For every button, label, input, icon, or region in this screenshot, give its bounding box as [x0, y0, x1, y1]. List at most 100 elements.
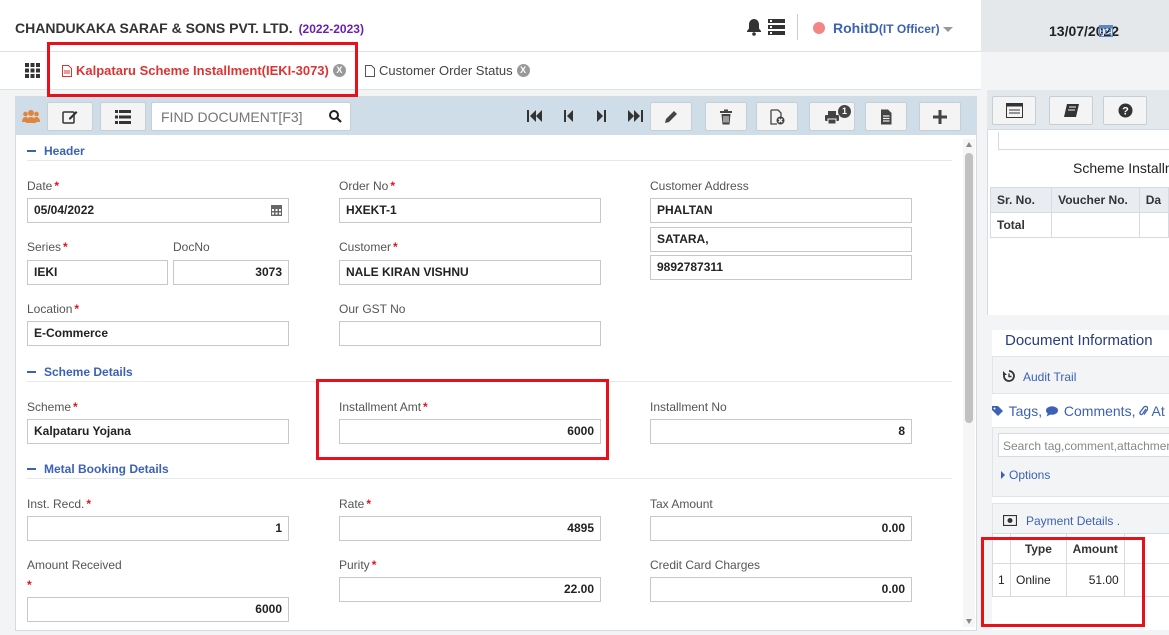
form-scrollbar[interactable] — [963, 139, 975, 627]
scheme-field[interactable]: Kalpataru Yojana — [27, 419, 289, 444]
address-line-2[interactable]: SATARA, — [650, 227, 912, 252]
section-scheme-details[interactable]: Scheme Details — [27, 365, 133, 379]
user-name: RohitD — [833, 20, 879, 36]
calendar-icon[interactable] — [271, 205, 282, 216]
document-icon — [365, 64, 375, 77]
help-button[interactable]: ? — [1103, 96, 1147, 125]
money-icon — [1003, 515, 1017, 526]
scheme-label: Scheme * — [27, 400, 78, 414]
print-count-badge: 1 — [838, 105, 851, 118]
audit-trail-label: Audit Trail — [1023, 370, 1077, 384]
sidebar-toolbar: ? — [987, 90, 1169, 130]
apps-grid-icon[interactable] — [25, 63, 40, 78]
close-icon[interactable]: X — [516, 64, 530, 77]
history-icon — [1003, 370, 1015, 382]
document-cancel-icon — [770, 108, 785, 125]
scheme-installment-table: Sr. No. Voucher No. Da Total — [989, 187, 1169, 238]
scroll-down-arrow[interactable] — [966, 619, 972, 624]
gst-field[interactable] — [339, 321, 601, 346]
previous-record-icon[interactable] — [561, 109, 577, 123]
add-new-button[interactable] — [919, 102, 961, 131]
user-menu[interactable]: RohitD(IT Officer) — [833, 20, 953, 36]
section-title: Scheme Details — [44, 365, 133, 379]
table-cell — [1051, 212, 1140, 238]
cancel-document-button[interactable] — [756, 102, 798, 131]
tag-icon — [992, 406, 1003, 416]
attachments-link[interactable]: At — [1139, 403, 1165, 419]
rate-field[interactable]: 4895 — [339, 516, 601, 541]
delete-button[interactable] — [705, 102, 747, 131]
section-header[interactable]: Header — [27, 144, 85, 158]
scroll-thumb[interactable] — [965, 153, 973, 423]
document-toolbar: 1 — [16, 97, 976, 135]
list-icon — [115, 109, 131, 124]
first-record-icon[interactable] — [527, 109, 543, 123]
options-toggle[interactable]: Options — [1001, 468, 1050, 482]
tab-label: Customer Order Status — [379, 63, 513, 78]
highlight-box — [981, 537, 1145, 627]
section-metal-booking[interactable]: Metal Booking Details — [27, 462, 169, 476]
docno-field[interactable]: 3073 — [173, 260, 289, 285]
address-line-1[interactable]: PHALTAN — [650, 198, 912, 223]
company-title: CHANDUKAKA SARAF & SONS PVT. LTD. — [15, 20, 293, 36]
tags-link[interactable]: Tags, — [992, 403, 1042, 419]
tax-amount-field[interactable]: 0.00 — [650, 516, 912, 541]
print-button[interactable]: 1 — [809, 102, 855, 131]
highlight-box — [47, 42, 358, 97]
list-box-icon — [1005, 103, 1023, 118]
column-header[interactable]: Voucher No. — [1051, 187, 1140, 213]
scheme-installment-title: Scheme Installment — [1073, 160, 1169, 176]
server-stack-icon[interactable] — [768, 19, 785, 35]
find-document-field[interactable] — [151, 102, 351, 131]
amount-received-label: Amount Received — [27, 558, 122, 572]
search-icon[interactable] — [329, 110, 342, 123]
section-title: Header — [44, 144, 85, 158]
users-icon[interactable] — [22, 109, 40, 124]
document-button[interactable] — [865, 102, 907, 131]
audit-trail-link[interactable]: Audit Trail — [992, 356, 1169, 394]
amount-received-field[interactable]: 6000 — [27, 597, 289, 622]
address-line-3[interactable]: 9892787311 — [650, 255, 912, 280]
installment-no-field[interactable]: 8 — [650, 419, 912, 444]
sidebar-list-button[interactable] — [992, 96, 1036, 125]
list-view-button[interactable] — [100, 102, 146, 131]
trash-icon — [720, 109, 732, 124]
inst-recd-label: Inst. Recd. * — [27, 497, 92, 511]
inst-recd-field[interactable]: 1 — [27, 516, 289, 541]
comments-link[interactable]: Comments, — [1046, 403, 1135, 419]
rate-label: Rate * — [339, 497, 372, 511]
purity-field[interactable]: 22.00 — [339, 577, 601, 602]
customer-field[interactable]: NALE KIRAN VISHNU — [339, 260, 601, 285]
bell-icon[interactable] — [745, 18, 763, 36]
scroll-up-arrow[interactable] — [966, 142, 972, 147]
tab-customer-order-status[interactable]: Customer Order Status X — [365, 63, 530, 78]
calendar-icon[interactable] — [1099, 24, 1113, 37]
edit-form-button[interactable] — [47, 102, 93, 131]
series-field[interactable]: IEKI — [27, 260, 168, 285]
tag-search-input[interactable]: Search tag,comment,attachment — [998, 433, 1169, 457]
location-field[interactable]: E-Commerce — [27, 321, 289, 346]
sidebar-book-button[interactable] — [1049, 96, 1093, 125]
location-label: Location * — [27, 302, 80, 316]
section-title: Metal Booking Details — [44, 462, 169, 476]
credit-card-charges-label: Credit Card Charges — [650, 558, 761, 572]
user-status-dot — [813, 22, 825, 34]
book-icon — [1063, 104, 1079, 117]
find-document-input[interactable] — [152, 103, 317, 130]
caret-right-icon — [1001, 471, 1005, 479]
date-field[interactable]: 05/04/2022 — [27, 198, 289, 223]
edit-record-button[interactable] — [650, 102, 692, 131]
next-record-icon[interactable] — [593, 109, 609, 123]
document-panel: 1 Header Date* 05/04/2022 Order No* HXEK… — [15, 96, 977, 631]
gst-label: Our GST No — [339, 302, 406, 316]
column-header[interactable]: Sr. No. — [989, 187, 1053, 213]
credit-card-charges-field[interactable]: 0.00 — [650, 577, 912, 602]
scheme-filter-input[interactable] — [998, 132, 1169, 150]
column-header[interactable]: Da — [1138, 187, 1169, 213]
order-no-field[interactable]: HXEKT-1 — [339, 198, 601, 223]
tags-comments-attachments: Tags, Comments, At — [992, 403, 1165, 419]
last-record-icon[interactable] — [627, 109, 643, 123]
payment-details-header[interactable]: Payment Details . — [992, 503, 1169, 535]
purity-label: Purity * — [339, 558, 377, 572]
total-label: Total — [989, 212, 1053, 238]
